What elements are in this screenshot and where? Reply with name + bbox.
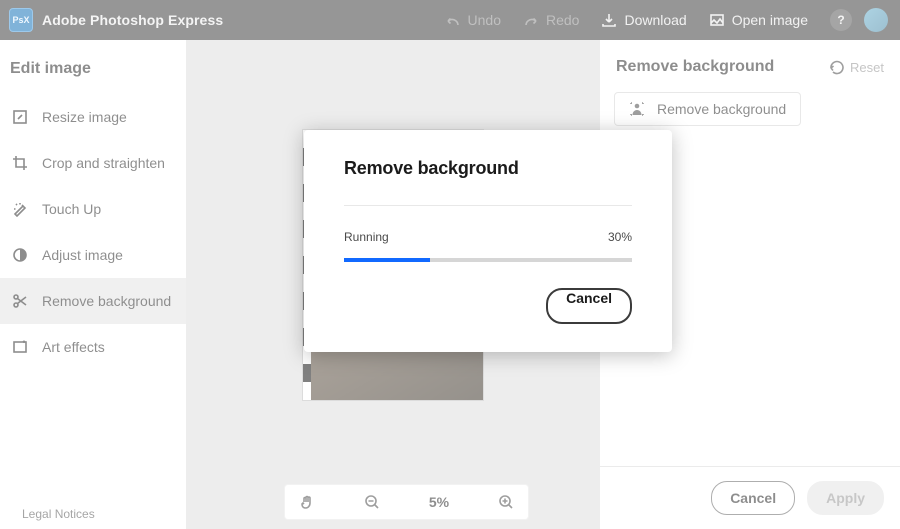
- dialog-title: Remove background: [344, 158, 632, 179]
- dialog-cancel-button[interactable]: Cancel: [546, 288, 632, 324]
- dialog-status-label: Running: [344, 230, 389, 244]
- progress-bar: [344, 258, 632, 262]
- progress-bar-fill: [344, 258, 430, 262]
- progress-dialog: Remove background Running 30% Cancel: [304, 130, 672, 352]
- dialog-percent-label: 30%: [608, 230, 632, 244]
